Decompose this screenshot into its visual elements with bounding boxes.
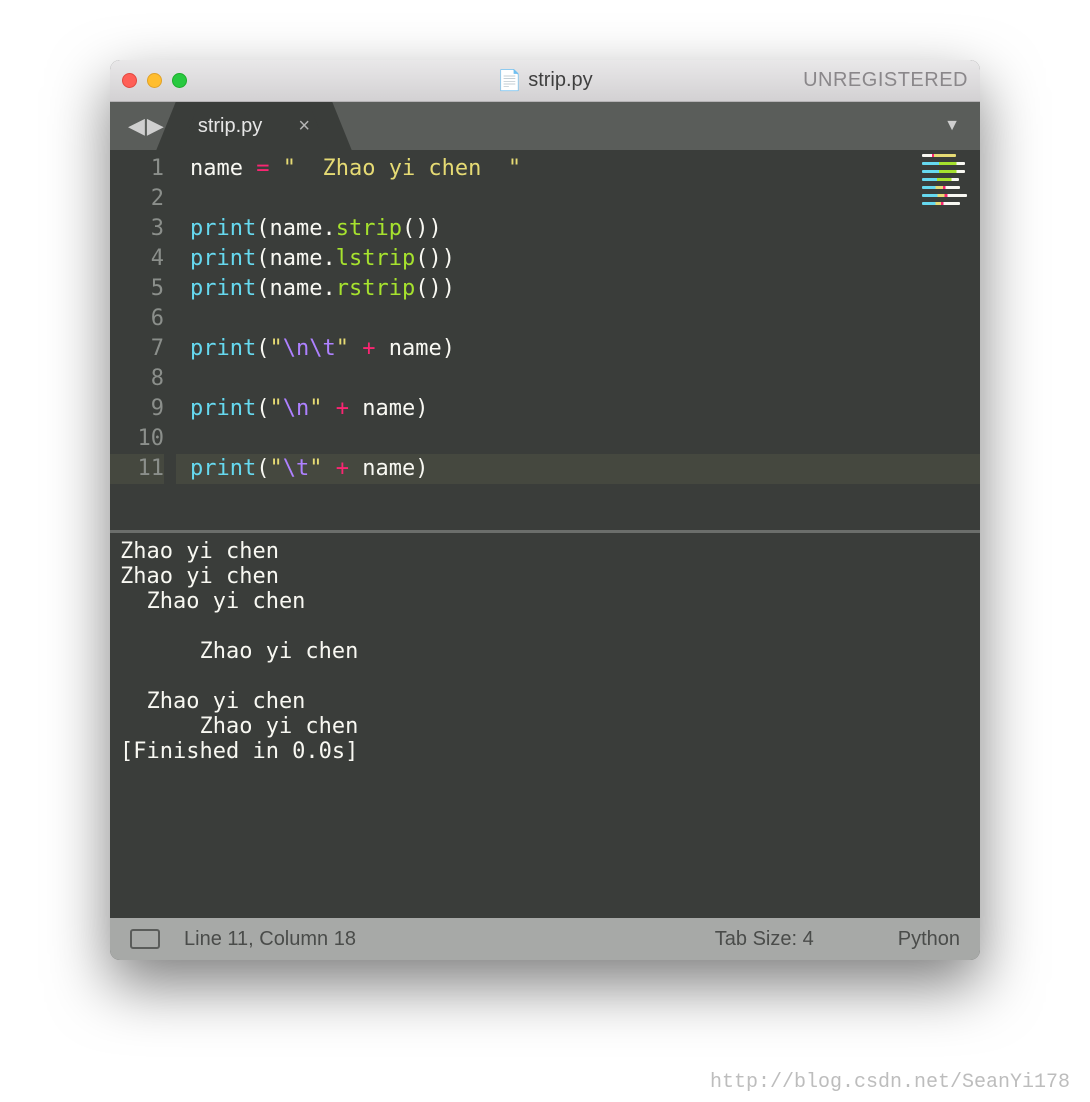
syntax-selector[interactable]: Python bbox=[898, 928, 960, 951]
titlebar[interactable]: 📄 strip.py UNREGISTERED bbox=[110, 60, 980, 102]
build-output-panel[interactable]: Zhao yi chen Zhao yi chen Zhao yi chen Z… bbox=[110, 530, 980, 876]
tab-size-selector[interactable]: Tab Size: 4 bbox=[715, 928, 814, 951]
title-text: strip.py bbox=[528, 69, 592, 92]
gutter-line: 8 bbox=[110, 364, 164, 394]
gutter-line: 6 bbox=[110, 304, 164, 334]
code-line[interactable]: print("\t" + name) bbox=[176, 454, 980, 484]
editor-window: 📄 strip.py UNREGISTERED ◀ ▶ strip.py × ▼… bbox=[110, 60, 980, 960]
tab-close-button[interactable]: × bbox=[298, 115, 310, 138]
code-content[interactable]: name = " Zhao yi chen " print(name.strip(… bbox=[176, 150, 980, 530]
tab-label: strip.py bbox=[198, 115, 262, 138]
file-icon: 📄 bbox=[497, 68, 522, 93]
gutter-line: 5 bbox=[110, 274, 164, 304]
tab-dropdown-button[interactable]: ▼ bbox=[924, 102, 980, 150]
code-line[interactable]: name = " Zhao yi chen " bbox=[176, 154, 980, 184]
code-line[interactable] bbox=[176, 304, 980, 334]
gutter-line: 11 bbox=[110, 454, 164, 484]
zoom-window-button[interactable] bbox=[172, 73, 187, 88]
gutter-line: 4 bbox=[110, 244, 164, 274]
panel-switcher-icon[interactable] bbox=[130, 929, 160, 949]
traffic-lights bbox=[122, 73, 187, 88]
line-gutter: 1234567891011 bbox=[110, 150, 176, 530]
gutter-line: 9 bbox=[110, 394, 164, 424]
minimize-window-button[interactable] bbox=[147, 73, 162, 88]
tabbar: ◀ ▶ strip.py × ▼ bbox=[110, 102, 980, 150]
code-line[interactable] bbox=[176, 364, 980, 394]
nav-forward-button[interactable]: ▶ bbox=[147, 115, 164, 137]
code-editor[interactable]: 1234567891011 name = " Zhao yi chen " pri… bbox=[110, 150, 980, 530]
close-window-button[interactable] bbox=[122, 73, 137, 88]
nav-back-button[interactable]: ◀ bbox=[128, 115, 145, 137]
editor-area: 1234567891011 name = " Zhao yi chen " pri… bbox=[110, 150, 980, 918]
code-line[interactable]: print("\n\t" + name) bbox=[176, 334, 980, 364]
code-line[interactable]: print(name.rstrip()) bbox=[176, 274, 980, 304]
unregistered-label: UNREGISTERED bbox=[803, 69, 968, 92]
gutter-line: 7 bbox=[110, 334, 164, 364]
code-line[interactable] bbox=[176, 424, 980, 454]
chevron-down-icon: ▼ bbox=[944, 117, 960, 135]
watermark-text: http://blog.csdn.net/SeanYi178 bbox=[710, 1071, 1070, 1094]
gutter-line: 2 bbox=[110, 184, 164, 214]
minimap[interactable] bbox=[922, 154, 976, 264]
gutter-line: 3 bbox=[110, 214, 164, 244]
statusbar: Line 11, Column 18 Tab Size: 4 Python bbox=[110, 918, 980, 960]
code-line[interactable]: print(name.lstrip()) bbox=[176, 244, 980, 274]
tab-strip-py[interactable]: strip.py × bbox=[180, 102, 328, 150]
gutter-line: 1 bbox=[110, 154, 164, 184]
cursor-position[interactable]: Line 11, Column 18 bbox=[184, 928, 356, 951]
code-line[interactable]: print(name.strip()) bbox=[176, 214, 980, 244]
code-line[interactable] bbox=[176, 184, 980, 214]
gutter-line: 10 bbox=[110, 424, 164, 454]
code-line[interactable]: print("\n" + name) bbox=[176, 394, 980, 424]
